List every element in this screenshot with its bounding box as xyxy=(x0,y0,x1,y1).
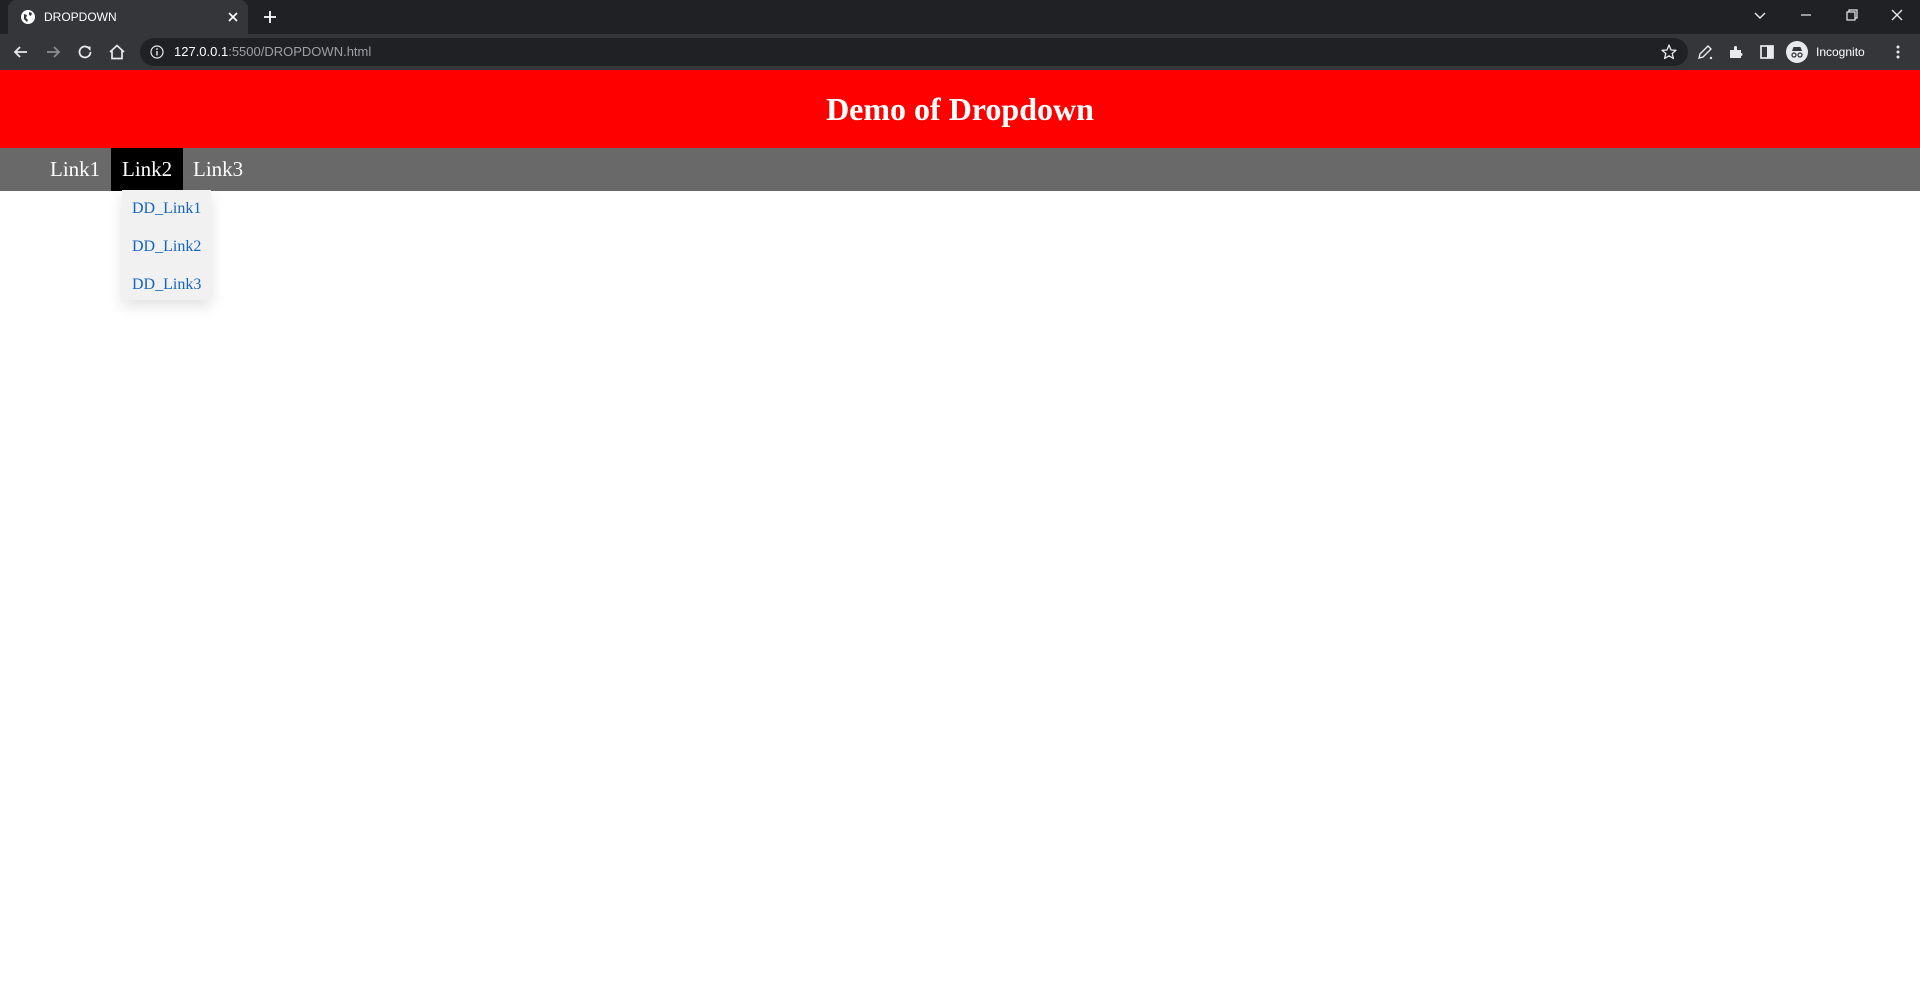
incognito-icon xyxy=(1786,41,1808,63)
nav-link-3[interactable]: Link3 xyxy=(182,148,254,191)
star-icon[interactable] xyxy=(1660,43,1678,61)
window-close-icon xyxy=(1891,9,1903,21)
restore-icon xyxy=(1846,9,1858,21)
nav-bar: Link1 Link2 Link3 xyxy=(0,148,1920,191)
dropdown-link-1[interactable]: DD_Link1 xyxy=(122,190,211,228)
page-title: Demo of Dropdown xyxy=(826,91,1094,127)
profile-button[interactable]: Incognito xyxy=(1786,39,1865,65)
web-page: Demo of Dropdown Link1 Link2 Link3 DD_Li… xyxy=(0,70,1920,1007)
url-host: 127.0.0.1 xyxy=(174,44,229,59)
browser-toolbar: 127.0.0.1:5500/DROPDOWN.html Incognito xyxy=(0,34,1920,70)
url-text: 127.0.0.1:5500/DROPDOWN.html xyxy=(174,44,371,60)
browser-tab[interactable]: DROPDOWN xyxy=(8,0,248,34)
nav-link-2[interactable]: Link2 xyxy=(111,148,184,191)
url-path: :5500/DROPDOWN.html xyxy=(228,44,372,59)
info-icon[interactable] xyxy=(150,45,164,59)
window-close-button[interactable] xyxy=(1874,0,1920,30)
reload-icon[interactable] xyxy=(75,42,95,62)
minimize-button[interactable] xyxy=(1783,0,1829,30)
side-panel-icon[interactable] xyxy=(1757,42,1777,62)
forward-arrow-icon[interactable] xyxy=(43,42,63,62)
address-bar[interactable]: 127.0.0.1:5500/DROPDOWN.html xyxy=(140,38,1688,66)
extensions-icon[interactable] xyxy=(1726,42,1746,62)
edit-pen-icon[interactable] xyxy=(1695,42,1715,62)
tab-title: DROPDOWN xyxy=(44,10,117,24)
dropdown-link-2[interactable]: DD_Link2 xyxy=(122,228,211,266)
minimize-icon xyxy=(1801,14,1811,16)
close-icon[interactable] xyxy=(225,9,241,25)
tab-search-button[interactable] xyxy=(1737,0,1783,30)
browser-tab-bar: DROPDOWN xyxy=(0,0,1920,34)
profile-label: Incognito xyxy=(1816,45,1865,59)
dropdown-link-3[interactable]: DD_Link3 xyxy=(122,266,211,304)
plus-icon[interactable] xyxy=(260,7,280,27)
chevron-down-icon xyxy=(1754,12,1766,19)
page-header: Demo of Dropdown xyxy=(0,70,1920,148)
more-menu-icon[interactable] xyxy=(1888,42,1908,62)
nav-link-1[interactable]: Link1 xyxy=(39,148,111,191)
globe-icon xyxy=(21,10,35,24)
back-arrow-icon[interactable] xyxy=(11,42,31,62)
home-icon[interactable] xyxy=(107,42,127,62)
dropdown-menu: DD_Link1 DD_Link2 DD_Link3 xyxy=(122,190,211,300)
restore-button[interactable] xyxy=(1829,0,1875,30)
